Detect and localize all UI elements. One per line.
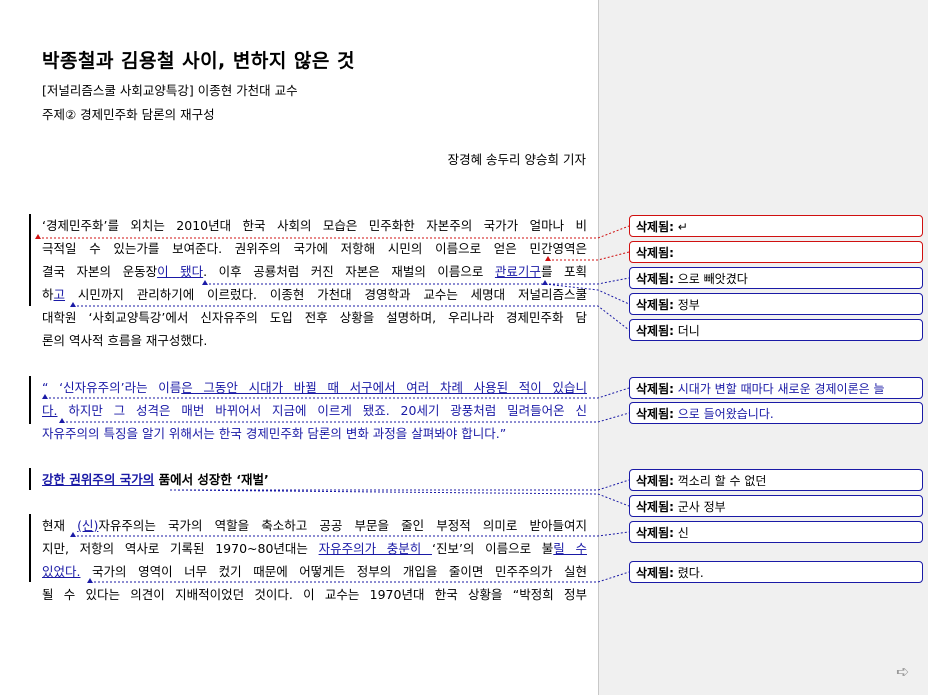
inserted-text[interactable]: 있었다. xyxy=(42,564,80,579)
document-page: 박종철과 김용철 사이, 변하지 않은 것 [저널리즘스쿨 사회교양특강] 이종… xyxy=(0,0,598,695)
paragraph-2-quote: “ ‘신자유주의’라는 이름은 그동안 시대가 바뀔 때 서구에서 여러 차례 … xyxy=(42,376,587,445)
next-page-arrow-icon[interactable]: ➪ xyxy=(896,664,916,680)
text-line: 자유주의의 특징을 알기 위해서는 한국 경제민주화 담론의 변화 과정을 살펴… xyxy=(42,426,507,441)
change-bar xyxy=(29,376,31,424)
text-line: 될 수 있다는 의견이 지배적이었던 것이다. 이 교수는 1970년대 한국 … xyxy=(42,587,587,602)
text-line: 다. 하지만 그 성격은 매번 바뀌어서 지금에 이르게 됐죠. 20세기 광풍… xyxy=(42,403,587,418)
text-line: 대학원 ‘사회교양특강’에서 신자유주의 도입 전후 상황을 설명하며, 우리나… xyxy=(42,310,587,325)
text-line: 있었다. 국가의 영역이 너무 컸기 때문에 어떻게든 정부의 개입을 줄이면 … xyxy=(42,564,587,579)
inserted-text[interactable]: 자유주의가 충분히 xyxy=(319,541,432,556)
inserted-text[interactable]: 다. xyxy=(42,403,57,418)
text-line: ‘경제민주화’를 외치는 2010년대 한국 사회의 모습은 민주화한 자본주의… xyxy=(42,218,587,233)
paragraph-1: ‘경제민주화’를 외치는 2010년대 한국 사회의 모습은 민주화한 자본주의… xyxy=(42,214,587,352)
inserted-text[interactable]: 릴 수 xyxy=(553,541,587,556)
change-bar xyxy=(29,468,31,490)
deletion-balloon[interactable]: 삭제됨: xyxy=(629,241,923,263)
inserted-text[interactable]: 은 그동안 시대가 바뀔 때 서구에서 여러 차례 사용된 적이 있습니 xyxy=(181,380,587,395)
deletion-balloon[interactable]: 삭제됨: 시대가 변할 때마다 새로운 경제이론은 늘 xyxy=(629,377,923,399)
text-line: 현재 (신)자유주의는 국가의 역할을 축소하고 공공 부문을 줄인 부정적 의… xyxy=(42,518,587,533)
inserted-text[interactable]: 강한 권위주의 국가의 xyxy=(42,472,154,487)
change-bar xyxy=(29,514,31,582)
article-byline: 장경혜 송두리 양승희 기자 xyxy=(447,152,586,167)
text-line: “ ‘신자유주의’라는 이름은 그동안 시대가 바뀔 때 서구에서 여러 차례 … xyxy=(42,380,587,395)
deletion-balloon[interactable]: 삭제됨: 으로 들어왔습니다. xyxy=(629,402,923,424)
inserted-text[interactable]: 관료기구 xyxy=(495,264,541,279)
deletion-balloon[interactable]: 삭제됨: 더니 xyxy=(629,319,923,341)
text-line: 결국 자본의 운동장이 됐다. 이후 공룡처럼 커진 자본은 재벌의 이름으로 … xyxy=(42,264,587,279)
deletion-balloon[interactable]: 삭제됨: 군사 정부 xyxy=(629,495,923,517)
change-bar xyxy=(29,214,31,306)
article-subtitle: [저널리즘스쿨 사회교양특강] 이종현 가천대 교수 xyxy=(42,83,298,98)
inserted-text[interactable]: (신) xyxy=(77,518,98,533)
text-line: 론의 역사적 흐름을 재구성했다. xyxy=(42,333,208,348)
markup-margin xyxy=(598,0,928,695)
deletion-balloon[interactable]: 삭제됨: 렸다. xyxy=(629,561,923,583)
deletion-balloon[interactable]: 삭제됨: 으로 빼앗겼다 xyxy=(629,267,923,289)
paragraph-3: 현재 (신)자유주의는 국가의 역할을 축소하고 공공 부문을 줄인 부정적 의… xyxy=(42,514,587,606)
deletion-balloon[interactable]: 삭제됨: 신 xyxy=(629,521,923,543)
article-title: 박종철과 김용철 사이, 변하지 않은 것 xyxy=(42,50,355,72)
text-line: 지만, 저항의 역사로 기록된 1970~80년대는 자유주의가 충분히 ‘진보… xyxy=(42,541,587,556)
section-heading: 강한 권위주의 국가의 품에서 성장한 ‘재벌’ xyxy=(42,472,269,487)
inserted-text[interactable]: 고 xyxy=(54,287,66,302)
article-topic: 주제② 경제민주화 담론의 재구성 xyxy=(42,107,215,122)
deletion-balloon[interactable]: 삭제됨: ↵ xyxy=(629,215,923,237)
text-line: 극적일 수 있는가를 보여준다. 권위주의 국가에 저항해 시민의 이름으로 얻… xyxy=(42,241,587,256)
inserted-text[interactable]: 이 됐다 xyxy=(157,264,203,279)
deletion-balloon[interactable]: 삭제됨: 꺽소리 할 수 없던 xyxy=(629,469,923,491)
text-line: 하고 시민까지 관리하기에 이르렀다. 이종현 가천대 경영학과 교수는 세명대… xyxy=(42,287,587,302)
deletion-balloon[interactable]: 삭제됨: 정부 xyxy=(629,293,923,315)
